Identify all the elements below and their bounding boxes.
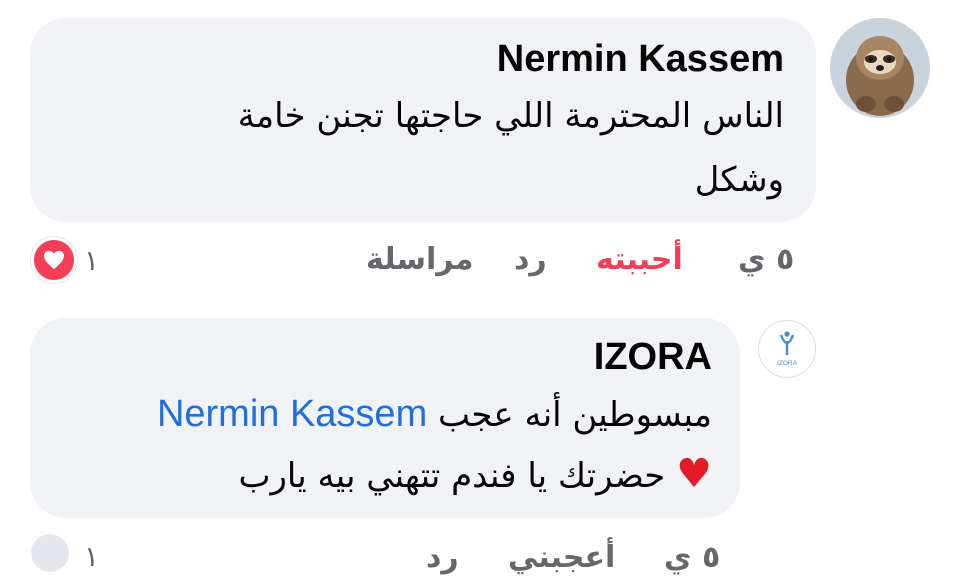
avatar-brand-text: IZORA: [777, 360, 798, 367]
message-button[interactable]: مراسلة: [366, 242, 473, 277]
love-reaction-icon[interactable]: [31, 237, 77, 283]
heart-icon: [44, 250, 64, 270]
reaction-count[interactable]: ١: [84, 244, 99, 277]
comment-timestamp[interactable]: ٥ ي: [664, 540, 720, 575]
comment-text-line: مبسوطين أنه عجب Nermin Kassem: [157, 384, 712, 445]
reaction-placeholder-icon[interactable]: [31, 534, 69, 572]
reply-button[interactable]: رد: [426, 540, 459, 575]
comment-text-line: الناس المحترمة اللي حاجتها تجنن خامة: [237, 96, 784, 136]
comment-timestamp[interactable]: ٥ ي: [738, 242, 794, 277]
comment-author[interactable]: IZORA: [594, 336, 712, 379]
comment-author[interactable]: Nermin Kassem: [497, 38, 784, 81]
avatar-nermin-kassem[interactable]: [830, 18, 930, 118]
mention-link[interactable]: Nermin Kassem: [157, 393, 427, 435]
reaction-count[interactable]: ١: [84, 540, 99, 573]
comment-text-line: ♥ حضرتك يا فندم تتهني بيه يارب: [238, 444, 712, 506]
comment-text-line: وشكل: [694, 160, 784, 200]
like-button[interactable]: أحببته: [596, 242, 683, 277]
red-heart-emoji-icon: ♥: [676, 451, 712, 497]
reply-button[interactable]: رد: [514, 242, 547, 277]
avatar-izora[interactable]: IZORA: [758, 320, 816, 378]
comment-text: حضرتك يا فندم تتهني بيه يارب: [238, 456, 666, 496]
like-button[interactable]: أعجبني: [508, 540, 615, 575]
izora-logo-icon: IZORA: [759, 321, 815, 377]
sloth-avatar-image: [830, 18, 930, 118]
comment-text: مبسوطين أنه عجب: [438, 395, 712, 435]
